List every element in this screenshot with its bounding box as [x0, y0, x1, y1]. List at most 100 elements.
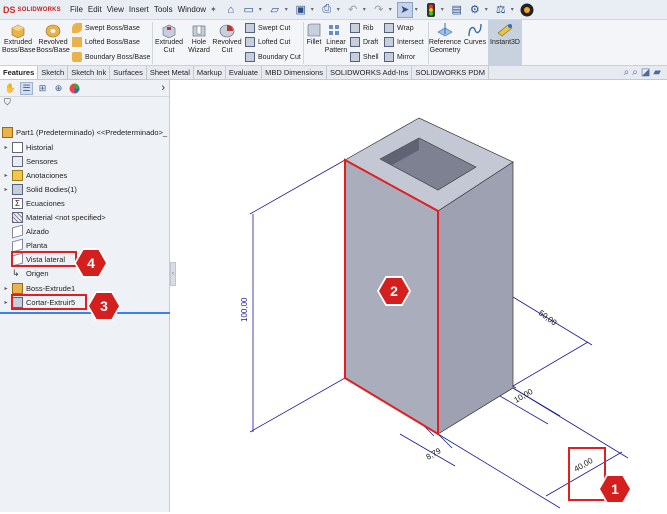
tree-item-anotaciones[interactable]: ▸ Anotaciones [0, 168, 67, 182]
tab-solidworks-addins[interactable]: SOLIDWORKS Add-Ins [327, 66, 413, 79]
intersect-button[interactable]: Intersect [384, 36, 424, 48]
new-icon[interactable]: ▭ [241, 2, 257, 18]
tree-item-solid-bodies[interactable]: ▸ Solid Bodies(1) [0, 182, 77, 196]
revolved-cut-button[interactable]: Revolved Cut [212, 22, 242, 55]
boundary-cut-button[interactable]: Boundary Cut [245, 51, 301, 63]
shell-button[interactable]: Shell [350, 51, 379, 63]
options-dropdown[interactable]: ▾ [485, 6, 491, 13]
mirror-button[interactable]: Mirror [384, 51, 415, 63]
print-icon[interactable]: ⎙ [319, 2, 335, 18]
undo-dropdown[interactable]: ▾ [363, 6, 369, 13]
rib-icon [350, 23, 360, 33]
swept-boss-button[interactable]: Swept Boss/Base [72, 22, 140, 34]
tab-markup[interactable]: Markup [194, 66, 226, 79]
expand-icon[interactable]: ▸ [0, 172, 12, 179]
help-icon[interactable] [519, 2, 535, 18]
file-properties-icon[interactable]: ▤ [449, 2, 465, 18]
plane-icon [12, 224, 23, 238]
undo-icon[interactable]: ↶ [345, 2, 361, 18]
rebuild-dropdown[interactable]: ▾ [441, 6, 447, 13]
previous-view-icon[interactable]: ◪ [641, 67, 650, 78]
open-icon[interactable]: ▱ [267, 2, 283, 18]
menu-window[interactable]: Window [178, 5, 206, 14]
tree-item-material[interactable]: Material <not specified> [0, 210, 106, 224]
redo-icon[interactable]: ↷ [371, 2, 387, 18]
tree-item-alzado[interactable]: Alzado [0, 224, 49, 238]
tree-item-boss-extrude1[interactable]: ▸ Boss-Extrude1 [0, 281, 75, 295]
draft-button[interactable]: Draft [350, 36, 378, 48]
home-icon[interactable]: ⌂ [223, 2, 239, 18]
graphics-area[interactable]: 100,00 50,00 10,00 8,79 40,00 [176, 80, 667, 512]
property-manager-tab-icon[interactable]: ☰ [20, 81, 33, 95]
menu-tools[interactable]: Tools [154, 5, 173, 14]
section-view-icon[interactable]: ▰ [653, 67, 661, 78]
revolved-boss-button[interactable]: Revolved Boss/Base [36, 22, 70, 55]
menu-insert[interactable]: Insert [129, 5, 149, 14]
dimension-thickness[interactable]: 8,79 [425, 446, 443, 462]
filter-icon[interactable]: ⛉ [0, 97, 169, 109]
tab-sketch-ink[interactable]: Sketch Ink [68, 66, 111, 79]
tab-evaluate[interactable]: Evaluate [226, 66, 263, 79]
expand-icon[interactable]: ▸ [0, 144, 12, 151]
pin-icon[interactable]: ✦ [210, 5, 217, 14]
rib-button[interactable]: Rib [350, 22, 374, 34]
feature-manager-tab-icon[interactable]: ✋ [4, 82, 17, 95]
fillet-button[interactable]: Fillet [303, 22, 325, 47]
tree-item-sensores[interactable]: Sensores [0, 154, 58, 168]
hole-wizard-button[interactable]: Hole Wizard [185, 22, 213, 55]
lofted-cut-button[interactable]: Lofted Cut [245, 36, 290, 48]
menu-view[interactable]: View [107, 5, 124, 14]
tab-surfaces[interactable]: Surfaces [110, 66, 147, 79]
dimension-height[interactable]: 100,00 [240, 297, 249, 322]
linear-pattern-button[interactable]: Linear Pattern [324, 22, 348, 55]
tab-sheet-metal[interactable]: Sheet Metal [147, 66, 194, 79]
save-dropdown[interactable]: ▾ [311, 6, 317, 13]
extruded-boss-button[interactable]: Extruded Boss/Base [2, 22, 35, 55]
tree-item-ecuaciones[interactable]: Σ Ecuaciones [0, 196, 65, 210]
expand-icon[interactable]: ▸ [0, 186, 12, 193]
options-icon[interactable]: ⚙ [467, 2, 483, 18]
wrap-button[interactable]: Wrap [384, 22, 414, 34]
curves-icon [468, 23, 482, 37]
tree-part-root[interactable]: Part1 (Predeterminado) <<Predeterminado>… [0, 126, 170, 138]
instant3d-button[interactable]: Instant3D [488, 20, 522, 65]
tab-sketch[interactable]: Sketch [38, 66, 69, 79]
extruded-cut-button[interactable]: Extruded Cut [154, 22, 184, 55]
menu-edit[interactable]: Edit [88, 5, 102, 14]
solidworks-logo[interactable]: DS SOLIDWORKS [0, 5, 62, 15]
tab-features[interactable]: Features [0, 66, 39, 79]
menu-file[interactable]: File [70, 5, 83, 14]
traffic-light-icon[interactable] [423, 2, 439, 18]
tree-item-historial[interactable]: ▸ Historial [0, 140, 53, 154]
tab-solidworks-pdm[interactable]: SOLIDWORKS PDM [412, 66, 489, 79]
swept-cut-button[interactable]: Swept Cut [245, 22, 290, 34]
rollback-bar[interactable] [0, 312, 170, 314]
tab-mbd-dimensions[interactable]: MBD Dimensions [262, 66, 328, 79]
model-view[interactable]: 100,00 50,00 10,00 8,79 40,00 [176, 80, 667, 512]
redo-dropdown[interactable]: ▾ [389, 6, 395, 13]
panel-expand-chevron-icon[interactable]: › [161, 82, 165, 94]
zoom-to-fit-icon[interactable]: ⌕ [624, 67, 630, 78]
print-dropdown[interactable]: ▾ [337, 6, 343, 13]
configuration-manager-tab-icon[interactable]: ⊞ [36, 82, 49, 95]
balance-icon[interactable]: ⚖ [493, 2, 509, 18]
expand-icon[interactable]: ▸ [0, 285, 12, 292]
dimension-depth[interactable]: 50,00 [537, 308, 559, 327]
zoom-area-icon[interactable]: ⌕ [632, 67, 638, 78]
new-dropdown[interactable]: ▾ [259, 6, 265, 13]
save-icon[interactable]: ▣ [293, 2, 309, 18]
tree-item-planta[interactable]: Planta [0, 238, 47, 252]
open-dropdown[interactable]: ▾ [285, 6, 291, 13]
balance-dropdown[interactable]: ▾ [511, 6, 517, 13]
curves-button[interactable]: Curves [463, 22, 487, 47]
solid-body-icon [12, 183, 23, 195]
select-dropdown[interactable]: ▾ [415, 6, 421, 13]
select-icon[interactable]: ➤ [396, 1, 413, 18]
tree-item-origen[interactable]: ↳ Origen [0, 266, 49, 280]
boundary-boss-button[interactable]: Boundary Boss/Base [72, 51, 150, 63]
dimxpert-tab-icon[interactable]: ⊕ [52, 82, 65, 95]
display-manager-tab-icon[interactable] [68, 82, 81, 95]
reference-geometry-button[interactable]: Reference Geometry [428, 22, 462, 55]
dimension-width[interactable]: 40,00 [573, 456, 595, 474]
lofted-boss-button[interactable]: Lofted Boss/Base [72, 36, 140, 48]
